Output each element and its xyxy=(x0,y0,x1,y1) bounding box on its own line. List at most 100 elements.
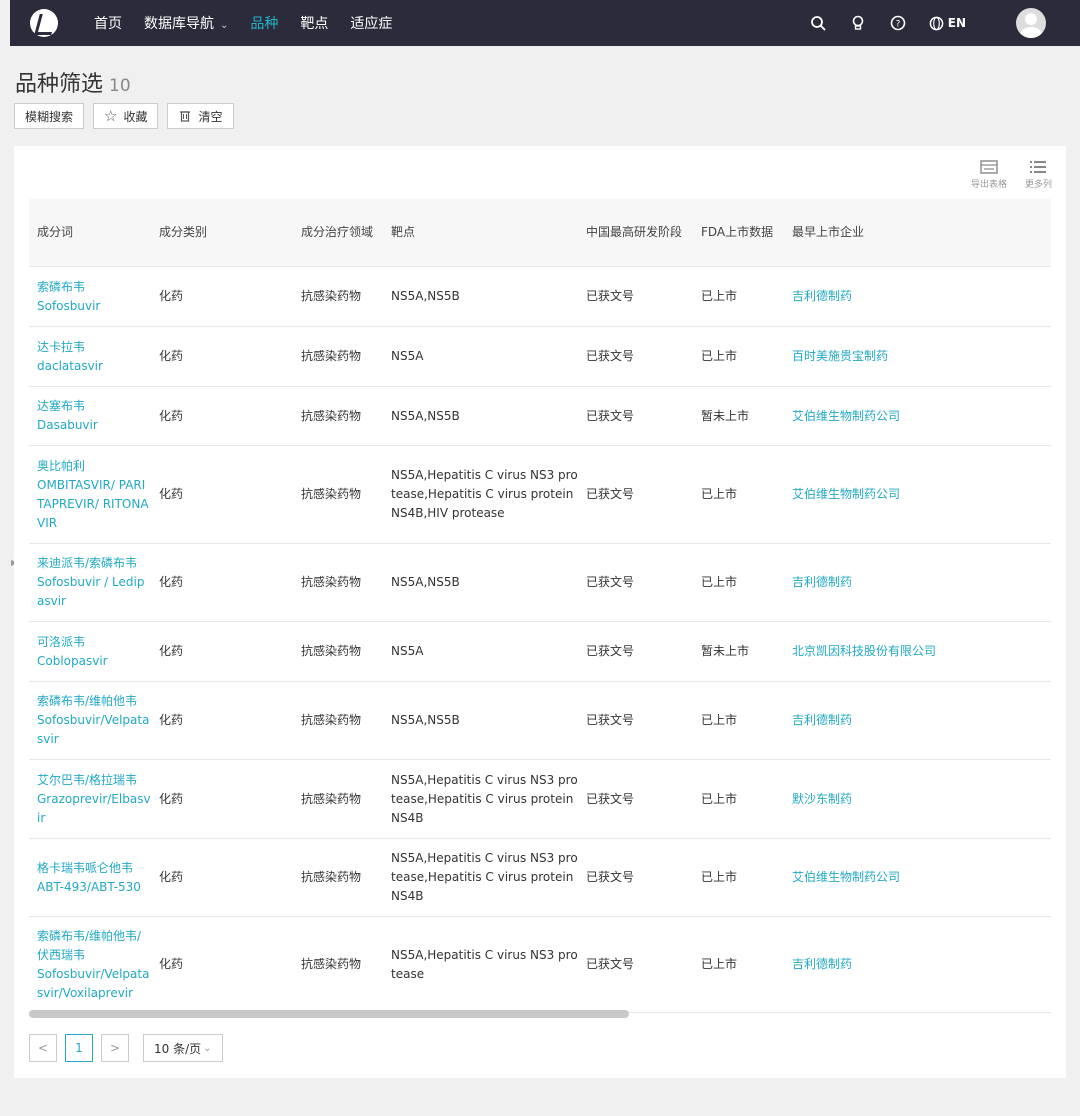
ingredient-link[interactable]: 来迪派韦/索磷布韦 Sofosbuvir / Ledipasvir xyxy=(29,554,151,611)
company-link[interactable]: 吉利德制药 xyxy=(784,573,1051,592)
star-icon: ☆ xyxy=(104,107,118,125)
ingredient-link[interactable]: 奥比帕利 OMBITASVIR/ PARITAPREVIR/ RITONAVIR xyxy=(29,457,151,533)
export-table-button[interactable]: 导出表格 xyxy=(971,160,1007,190)
trash-icon xyxy=(180,111,191,122)
cn-stage-cell: 已获文号 xyxy=(586,575,635,589)
result-count: 10 xyxy=(109,76,131,96)
lightbulb-icon[interactable] xyxy=(849,14,867,32)
target-cell: NS5A,NS5B xyxy=(391,289,460,303)
cn-stage-cell: 已获文号 xyxy=(586,713,635,727)
target-cell: NS5A,Hepatitis C virus NS3 protease,Hepa… xyxy=(391,851,578,903)
cn-stage-cell: 已获文号 xyxy=(586,289,635,303)
target-cell: NS5A,Hepatitis C virus NS3 protease,Hepa… xyxy=(391,468,578,520)
category-cell: 化药 xyxy=(159,487,184,501)
more-columns-button[interactable]: 更多列 xyxy=(1025,160,1052,190)
table-row: 索磷布韦 Sofosbuvir 化药 抗感染药物 NS5A,NS5B 已获文号 已上市 吉利德… xyxy=(29,267,1051,327)
table-row: 达卡拉韦 daclatasvir 化药 抗感染药物 NS5A 已获文号 已上市 百时美施贵宝制… xyxy=(29,327,1051,387)
category-cell: 化药 xyxy=(159,644,184,658)
table-row: 达塞布韦 Dasabuvir 化药 抗感染药物 NS5A,NS5B 已获文号 暂未上市 艾伯维… xyxy=(29,387,1051,446)
nav-home[interactable]: 首页 xyxy=(94,13,122,33)
target-cell: NS5A,Hepatitis C virus NS3 protease xyxy=(391,947,578,981)
ingredient-cn: 索磷布韦 xyxy=(37,279,86,294)
prev-page-button[interactable]: < xyxy=(29,1034,57,1062)
company-link[interactable]: 吉利德制药 xyxy=(784,955,1051,974)
clear-button[interactable]: 清空 xyxy=(167,103,234,129)
next-page-button[interactable]: > xyxy=(101,1034,129,1062)
ingredient-link[interactable]: 艾尔巴韦/格拉瑞韦 Grazoprevir/Elbasvir xyxy=(29,771,151,828)
target-cell: NS5A,NS5B xyxy=(391,408,460,423)
fuzzy-search-button[interactable]: 模糊搜索 xyxy=(14,103,85,129)
nav-database[interactable]: 数据库导航 ⌄ xyxy=(144,13,228,33)
company-link[interactable]: 吉利德制药 xyxy=(784,287,1051,306)
table-icon xyxy=(980,160,998,174)
ingredient-cn: 索磷布韦/维帕他韦 xyxy=(37,694,138,708)
ingredient-cn: 可洛派韦 xyxy=(37,634,86,649)
ingredient-cn: 来迪派韦/索磷布韦 xyxy=(37,556,138,570)
page-size-label: 10 条/页 xyxy=(154,1041,202,1056)
table-row: 格卡瑞韦哌仑他韦 ABT-493/ABT-530 化药 抗感染药物 NS5A,Hepat… xyxy=(29,839,1051,917)
logo-icon[interactable] xyxy=(30,9,58,37)
ingredient-link[interactable]: 可洛派韦 Coblopasvir xyxy=(29,633,151,671)
company-link[interactable]: 艾伯维生物制药公司 xyxy=(784,868,1051,887)
fda-status-cell: 暂未上市 xyxy=(701,644,750,658)
company-link[interactable]: 默沙东制药 xyxy=(784,790,1051,809)
company-link[interactable]: 百时美施贵宝制药 xyxy=(784,347,1051,366)
ingredient-cn: 奥比帕利 xyxy=(37,458,86,473)
company-link[interactable]: 北京凯因科技股份有限公司 xyxy=(784,642,1051,661)
cn-stage-cell: 已获文号 xyxy=(586,644,635,658)
target-cell: NS5A xyxy=(391,349,424,363)
table-row: 艾尔巴韦/格拉瑞韦 Grazoprevir/Elbasvir 化药 抗感染药物 NS5A… xyxy=(29,760,1051,839)
pagination: < 1 > 10 条/页 ⌄ xyxy=(29,1034,223,1062)
ingredient-cn: 达卡拉韦 xyxy=(37,339,86,354)
search-icon[interactable] xyxy=(809,14,827,32)
table-row: 可洛派韦 Coblopasvir 化药 抗感染药物 NS5A 已获文号 暂未上市 北京凯因科技… xyxy=(29,622,1051,682)
category-cell: 化药 xyxy=(159,713,184,727)
therapy-area-cell: 抗感染药物 xyxy=(301,487,362,501)
therapy-area-cell: 抗感染药物 xyxy=(301,957,362,971)
results-table: 成分词 成分类别 成分治疗领域 靶点 中国最高研发阶段 FDA上市数据 最早上市… xyxy=(29,199,1051,1013)
table-row: 来迪派韦/索磷布韦 Sofosbuvir / Ledipasvir 化药 抗感染药物 N… xyxy=(29,544,1051,622)
ingredient-link[interactable]: 索磷布韦/维帕他韦 Sofosbuvir/Velpatasvir xyxy=(29,692,151,749)
ingredient-en: daclatasvir xyxy=(37,358,103,373)
therapy-area-cell: 抗感染药物 xyxy=(301,349,362,363)
nav-indication[interactable]: 适应症 xyxy=(350,13,392,33)
favorite-button[interactable]: ☆ 收藏 xyxy=(93,103,159,129)
chevron-down-icon: ⌄ xyxy=(220,20,229,31)
company-link[interactable]: 艾伯维生物制药公司 xyxy=(784,485,1051,504)
nav-database-label: 数据库导航 xyxy=(144,16,214,32)
language-switch[interactable]: EN xyxy=(929,16,966,31)
fda-status-cell: 已上市 xyxy=(701,791,738,806)
scrollbar-thumb[interactable] xyxy=(29,1010,629,1018)
company-link[interactable]: 艾伯维生物制药公司 xyxy=(784,407,1051,426)
avatar[interactable] xyxy=(1016,8,1046,38)
table-body: 索磷布韦 Sofosbuvir 化药 抗感染药物 NS5A,NS5B 已获文号 已上市 吉利德… xyxy=(29,267,1051,1013)
page-size-select[interactable]: 10 条/页 ⌄ xyxy=(143,1034,223,1062)
col-company: 最早上市企业 xyxy=(792,225,865,239)
therapy-area-cell: 抗感染药物 xyxy=(301,408,362,423)
ingredient-link[interactable]: 达塞布韦 Dasabuvir xyxy=(29,397,151,435)
nav-variety[interactable]: 品种 xyxy=(250,13,278,33)
ingredient-en: Sofosbuvir/Velpatasvir xyxy=(37,713,150,746)
favorite-label: 收藏 xyxy=(123,109,148,124)
table-row: 索磷布韦/维帕他韦/伏西瑞韦 Sofosbuvir/Velpatasvir/Vox… xyxy=(29,917,1051,1013)
ingredient-en: Coblopasvir xyxy=(37,653,108,668)
cn-stage-cell: 已获文号 xyxy=(586,408,635,423)
category-cell: 化药 xyxy=(159,957,184,971)
ingredient-link[interactable]: 索磷布韦 Sofosbuvir xyxy=(29,278,151,316)
nav-target[interactable]: 靶点 xyxy=(300,13,328,33)
cn-stage-cell: 已获文号 xyxy=(586,349,635,363)
horizontal-scrollbar[interactable] xyxy=(29,1010,1051,1018)
page-1-button[interactable]: 1 xyxy=(65,1034,93,1062)
help-icon[interactable]: ? xyxy=(889,14,907,32)
fda-status-cell: 已上市 xyxy=(701,575,738,589)
table-row: 奥比帕利 OMBITASVIR/ PARITAPREVIR/ RITONAVIR 化… xyxy=(29,446,1051,544)
table-header: 成分词 成分类别 成分治疗领域 靶点 中国最高研发阶段 FDA上市数据 最早上市… xyxy=(29,199,1051,267)
ingredient-link[interactable]: 格卡瑞韦哌仑他韦 ABT-493/ABT-530 xyxy=(29,859,151,897)
ingredient-link[interactable]: 达卡拉韦 daclatasvir xyxy=(29,338,151,376)
fda-status-cell: 已上市 xyxy=(701,349,738,363)
company-link[interactable]: 吉利德制药 xyxy=(784,711,1051,730)
fda-status-cell: 已上市 xyxy=(701,870,738,884)
col-target: 靶点 xyxy=(391,225,416,239)
target-cell: NS5A xyxy=(391,644,424,658)
ingredient-link[interactable]: 索磷布韦/维帕他韦/伏西瑞韦 Sofosbuvir/Velpatasvir/Vox… xyxy=(29,927,151,1003)
